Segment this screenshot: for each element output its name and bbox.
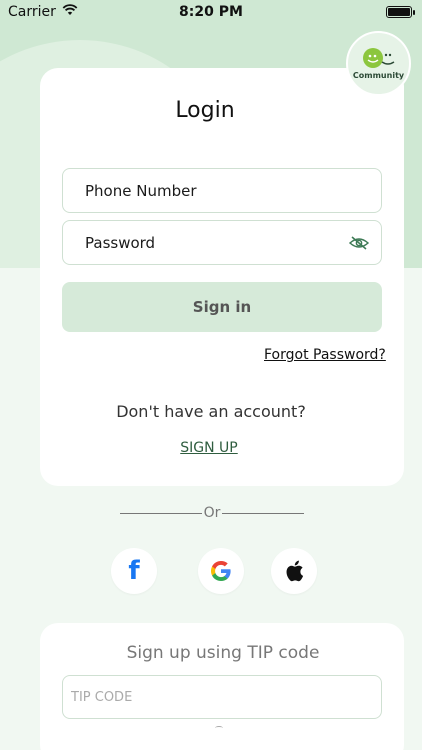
- facebook-login-button[interactable]: f: [111, 548, 157, 594]
- or-divider: Or: [120, 504, 304, 522]
- community-logo-icon: [362, 48, 394, 68]
- apple-icon: [286, 560, 304, 582]
- community-badge[interactable]: Community: [346, 31, 411, 96]
- sign-up-link[interactable]: SIGN UP: [0, 440, 418, 456]
- divider-line-left: [120, 512, 202, 514]
- scroll-hint-icon: [215, 726, 223, 730]
- eye-off-icon[interactable]: [349, 234, 371, 252]
- forgot-password-link[interactable]: Forgot Password?: [264, 347, 386, 363]
- community-label: Community: [352, 71, 405, 80]
- no-account-text: Don't have an account?: [116, 402, 306, 421]
- battery-fill: [388, 8, 410, 16]
- sign-in-button[interactable]: Sign in: [62, 282, 382, 332]
- battery-icon: [386, 6, 415, 18]
- facebook-icon: f: [128, 556, 140, 586]
- status-bar: Carrier 8:20 PM: [0, 0, 422, 24]
- password-field[interactable]: Password: [62, 220, 382, 265]
- or-text: Or: [203, 505, 221, 521]
- status-left: Carrier: [8, 4, 78, 20]
- page-title: Login: [175, 98, 235, 123]
- apple-login-button[interactable]: [271, 548, 317, 594]
- password-label: Password: [85, 233, 156, 252]
- tip-code-title: Sign up using TIP code: [126, 643, 320, 663]
- phone-number-field[interactable]: Phone Number: [62, 168, 382, 213]
- phone-number-label: Phone Number: [85, 181, 197, 200]
- status-time: 8:20 PM: [179, 4, 243, 20]
- divider-line-right: [222, 512, 304, 514]
- google-icon: [211, 561, 231, 581]
- login-card: [40, 68, 404, 486]
- carrier-label: Carrier: [8, 4, 56, 20]
- wifi-icon: [62, 4, 78, 20]
- tip-code-input[interactable]: [62, 675, 382, 719]
- google-login-button[interactable]: [198, 548, 244, 594]
